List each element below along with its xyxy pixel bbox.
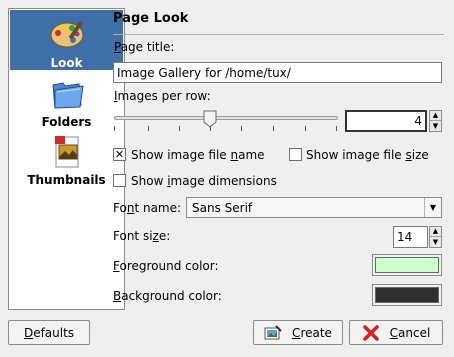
- show-file-name-checkbox[interactable]: ✕: [113, 148, 126, 161]
- folder-icon: [47, 75, 87, 115]
- font-size-spinbox[interactable]: 14: [393, 226, 428, 248]
- show-file-size-checkbox[interactable]: [289, 148, 302, 161]
- foreground-color-swatch: [375, 257, 439, 273]
- slider-tick: [241, 126, 242, 131]
- defaults-button[interactable]: Defaults: [8, 320, 90, 345]
- foreground-color-button[interactable]: [372, 254, 442, 276]
- cancel-button[interactable]: Cancel: [349, 320, 443, 345]
- background-color-swatch: [375, 287, 439, 303]
- slider-tick: [114, 126, 115, 131]
- thumbnail-image-icon: [47, 133, 87, 173]
- sidebar-item-label: Thumbnails: [27, 173, 106, 187]
- create-button-label: Create: [292, 325, 332, 340]
- create-gallery-icon: [264, 324, 282, 341]
- cancel-button-label: Cancel: [389, 325, 431, 340]
- close-icon: [362, 324, 380, 341]
- font-name-select[interactable]: Sans Serif ▼: [186, 197, 442, 218]
- spin-up-icon[interactable]: ▲: [430, 227, 441, 237]
- images-per-row-label: Images per row:: [114, 89, 211, 103]
- show-file-name-label: Show image file name: [131, 148, 265, 162]
- slider-tick: [179, 126, 180, 131]
- page-icon-list: Look Folders Thumbnails: [8, 8, 125, 310]
- slider-tick: [148, 126, 149, 131]
- sidebar-item-thumbnails[interactable]: Thumbnails: [10, 133, 123, 193]
- sidebar-item-label: Look: [50, 56, 83, 70]
- slider-tick: [305, 126, 306, 131]
- sidebar-item-label: Folders: [41, 115, 92, 129]
- spin-down-icon[interactable]: ▼: [430, 237, 441, 247]
- background-color-button[interactable]: [372, 284, 442, 306]
- show-dimensions-label: Show image dimensions: [131, 174, 277, 188]
- create-button[interactable]: Create: [253, 320, 343, 345]
- background-color-label: Background color:: [113, 289, 222, 303]
- images-per-row-slider-track[interactable]: [114, 116, 338, 120]
- images-per-row-stepper[interactable]: ▲ ▼: [429, 110, 442, 132]
- page-title-label: Page title:: [114, 40, 175, 54]
- images-per-row-spinbox[interactable]: 4: [345, 110, 427, 132]
- defaults-button-label: Defaults: [23, 325, 75, 340]
- page-title: Page Look: [113, 11, 189, 26]
- spin-up-icon[interactable]: ▲: [430, 111, 441, 121]
- spin-down-icon[interactable]: ▼: [430, 121, 441, 131]
- palette-icon: [47, 16, 87, 56]
- show-dimensions-checkbox[interactable]: [113, 174, 126, 187]
- chevron-down-icon[interactable]: ▼: [424, 198, 441, 217]
- slider-tick: [273, 126, 274, 131]
- font-size-label: Font size:: [113, 229, 171, 243]
- header-divider: [113, 34, 444, 35]
- page-title-input[interactable]: Image Gallery for /home/tux/: [113, 62, 442, 83]
- sidebar-item-folders[interactable]: Folders: [10, 75, 123, 131]
- show-file-size-label: Show image file size: [306, 148, 429, 162]
- slider-tick: [210, 126, 211, 131]
- font-size-stepper[interactable]: ▲ ▼: [429, 226, 442, 248]
- slider-tick: [336, 126, 337, 131]
- sidebar-item-look[interactable]: Look: [10, 10, 123, 70]
- foreground-color-label: Foreground color:: [113, 259, 219, 273]
- font-name-value: Sans Serif: [192, 201, 253, 215]
- font-name-label: Font name:: [113, 201, 182, 215]
